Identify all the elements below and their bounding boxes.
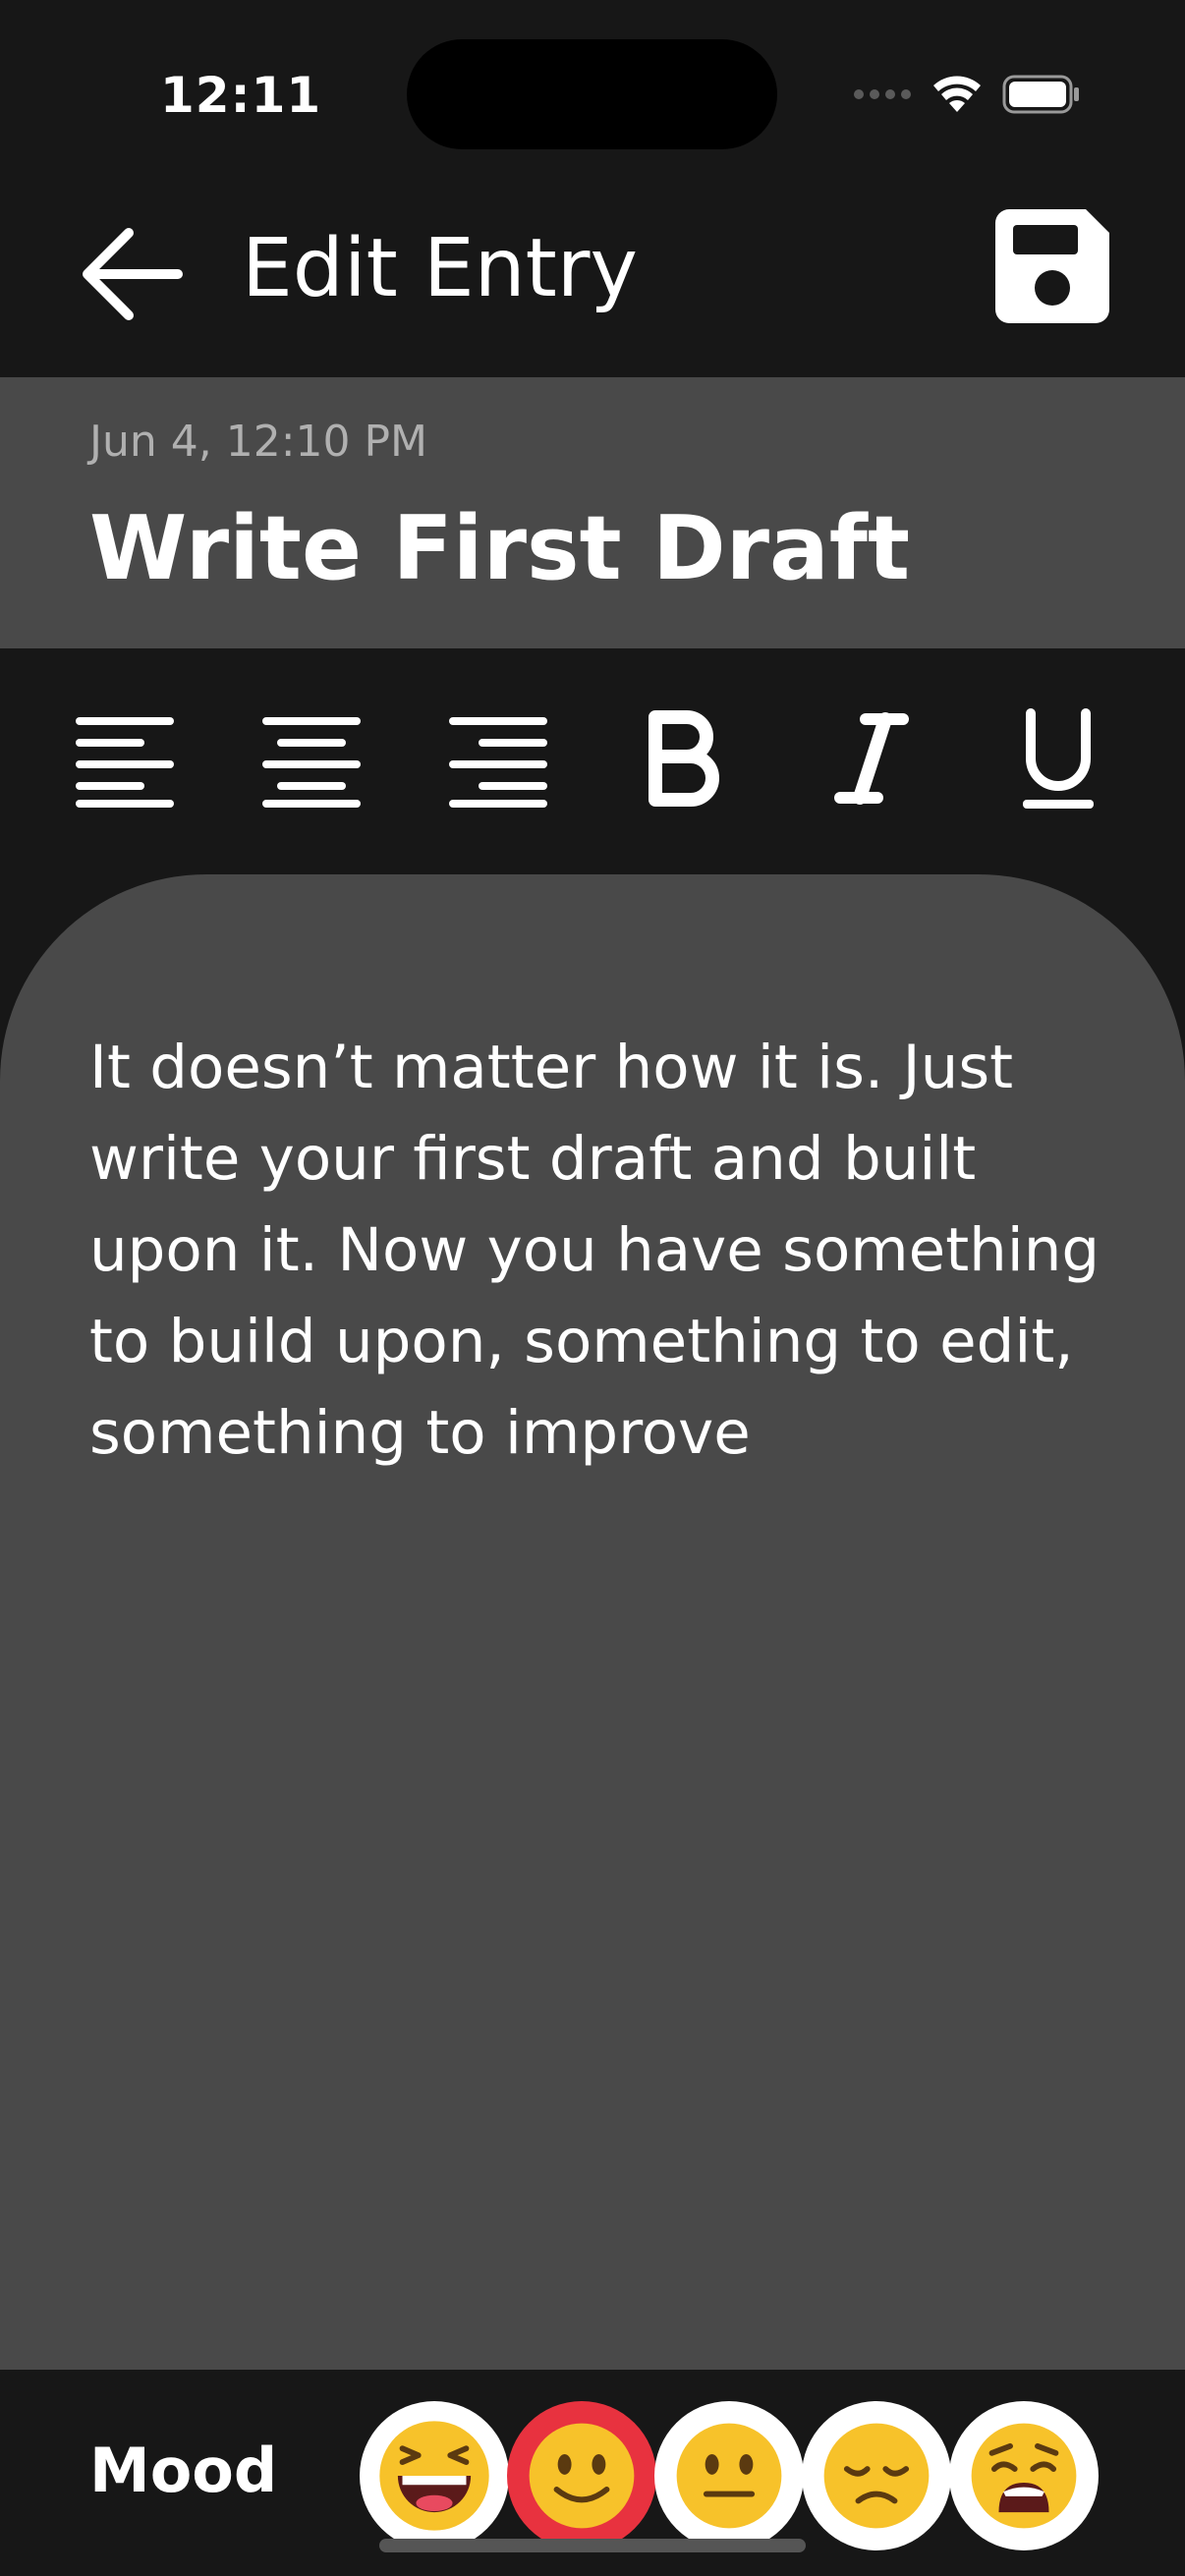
laughing-face-icon xyxy=(379,2421,489,2531)
bold-icon xyxy=(649,710,719,807)
app-header: Edit Entry xyxy=(0,187,1185,377)
weary-face-icon xyxy=(971,2423,1077,2529)
mood-smiling-button[interactable] xyxy=(507,2401,656,2550)
italic-button[interactable] xyxy=(813,700,931,817)
dynamic-island xyxy=(407,39,777,149)
mood-laughing-button[interactable] xyxy=(360,2401,509,2550)
entry-editor[interactable]: It doesn’t matter how it is. Just write … xyxy=(0,874,1185,2370)
underline-icon xyxy=(1023,708,1094,809)
mood-neutral-button[interactable] xyxy=(654,2401,804,2550)
edit-entry-screen: 12:11 Edit Entry Jun 4, 12:10 PM Write F… xyxy=(0,0,1185,2576)
mood-label: Mood xyxy=(89,2435,278,2506)
arrow-left-icon xyxy=(83,228,183,320)
align-left-icon xyxy=(76,717,174,808)
mood-weary-button[interactable] xyxy=(949,2401,1099,2550)
align-center-icon xyxy=(262,717,361,808)
page-title: Edit Entry xyxy=(242,222,639,315)
align-left-button[interactable] xyxy=(66,700,184,817)
mood-sad-button[interactable] xyxy=(802,2401,951,2550)
entry-title[interactable]: Write First Draft xyxy=(89,497,910,600)
entry-body-text[interactable]: It doesn’t matter how it is. Just write … xyxy=(89,1022,1111,1479)
neutral-face-icon xyxy=(676,2423,782,2529)
status-bar: 12:11 xyxy=(0,0,1185,187)
smiling-face-icon xyxy=(529,2423,635,2529)
status-icons xyxy=(853,75,1081,114)
align-right-button[interactable] xyxy=(439,700,557,817)
underline-button[interactable] xyxy=(999,700,1117,817)
cellular-signal-icon xyxy=(854,89,911,99)
bold-button[interactable] xyxy=(626,700,744,817)
status-time: 12:11 xyxy=(160,67,322,124)
sad-face-icon xyxy=(823,2423,930,2529)
entry-date: Jun 4, 12:10 PM xyxy=(89,417,427,467)
italic-icon xyxy=(834,712,909,805)
floppy-disk-icon xyxy=(995,209,1109,323)
back-button[interactable] xyxy=(79,220,187,328)
align-center-button[interactable] xyxy=(253,700,370,817)
battery-icon xyxy=(1002,75,1079,114)
formatting-toolbar xyxy=(0,648,1185,870)
wifi-icon xyxy=(933,76,981,112)
save-button[interactable] xyxy=(994,208,1110,324)
home-indicator xyxy=(379,2539,806,2552)
align-right-icon xyxy=(449,717,547,808)
entry-header: Jun 4, 12:10 PM Write First Draft xyxy=(0,377,1185,648)
